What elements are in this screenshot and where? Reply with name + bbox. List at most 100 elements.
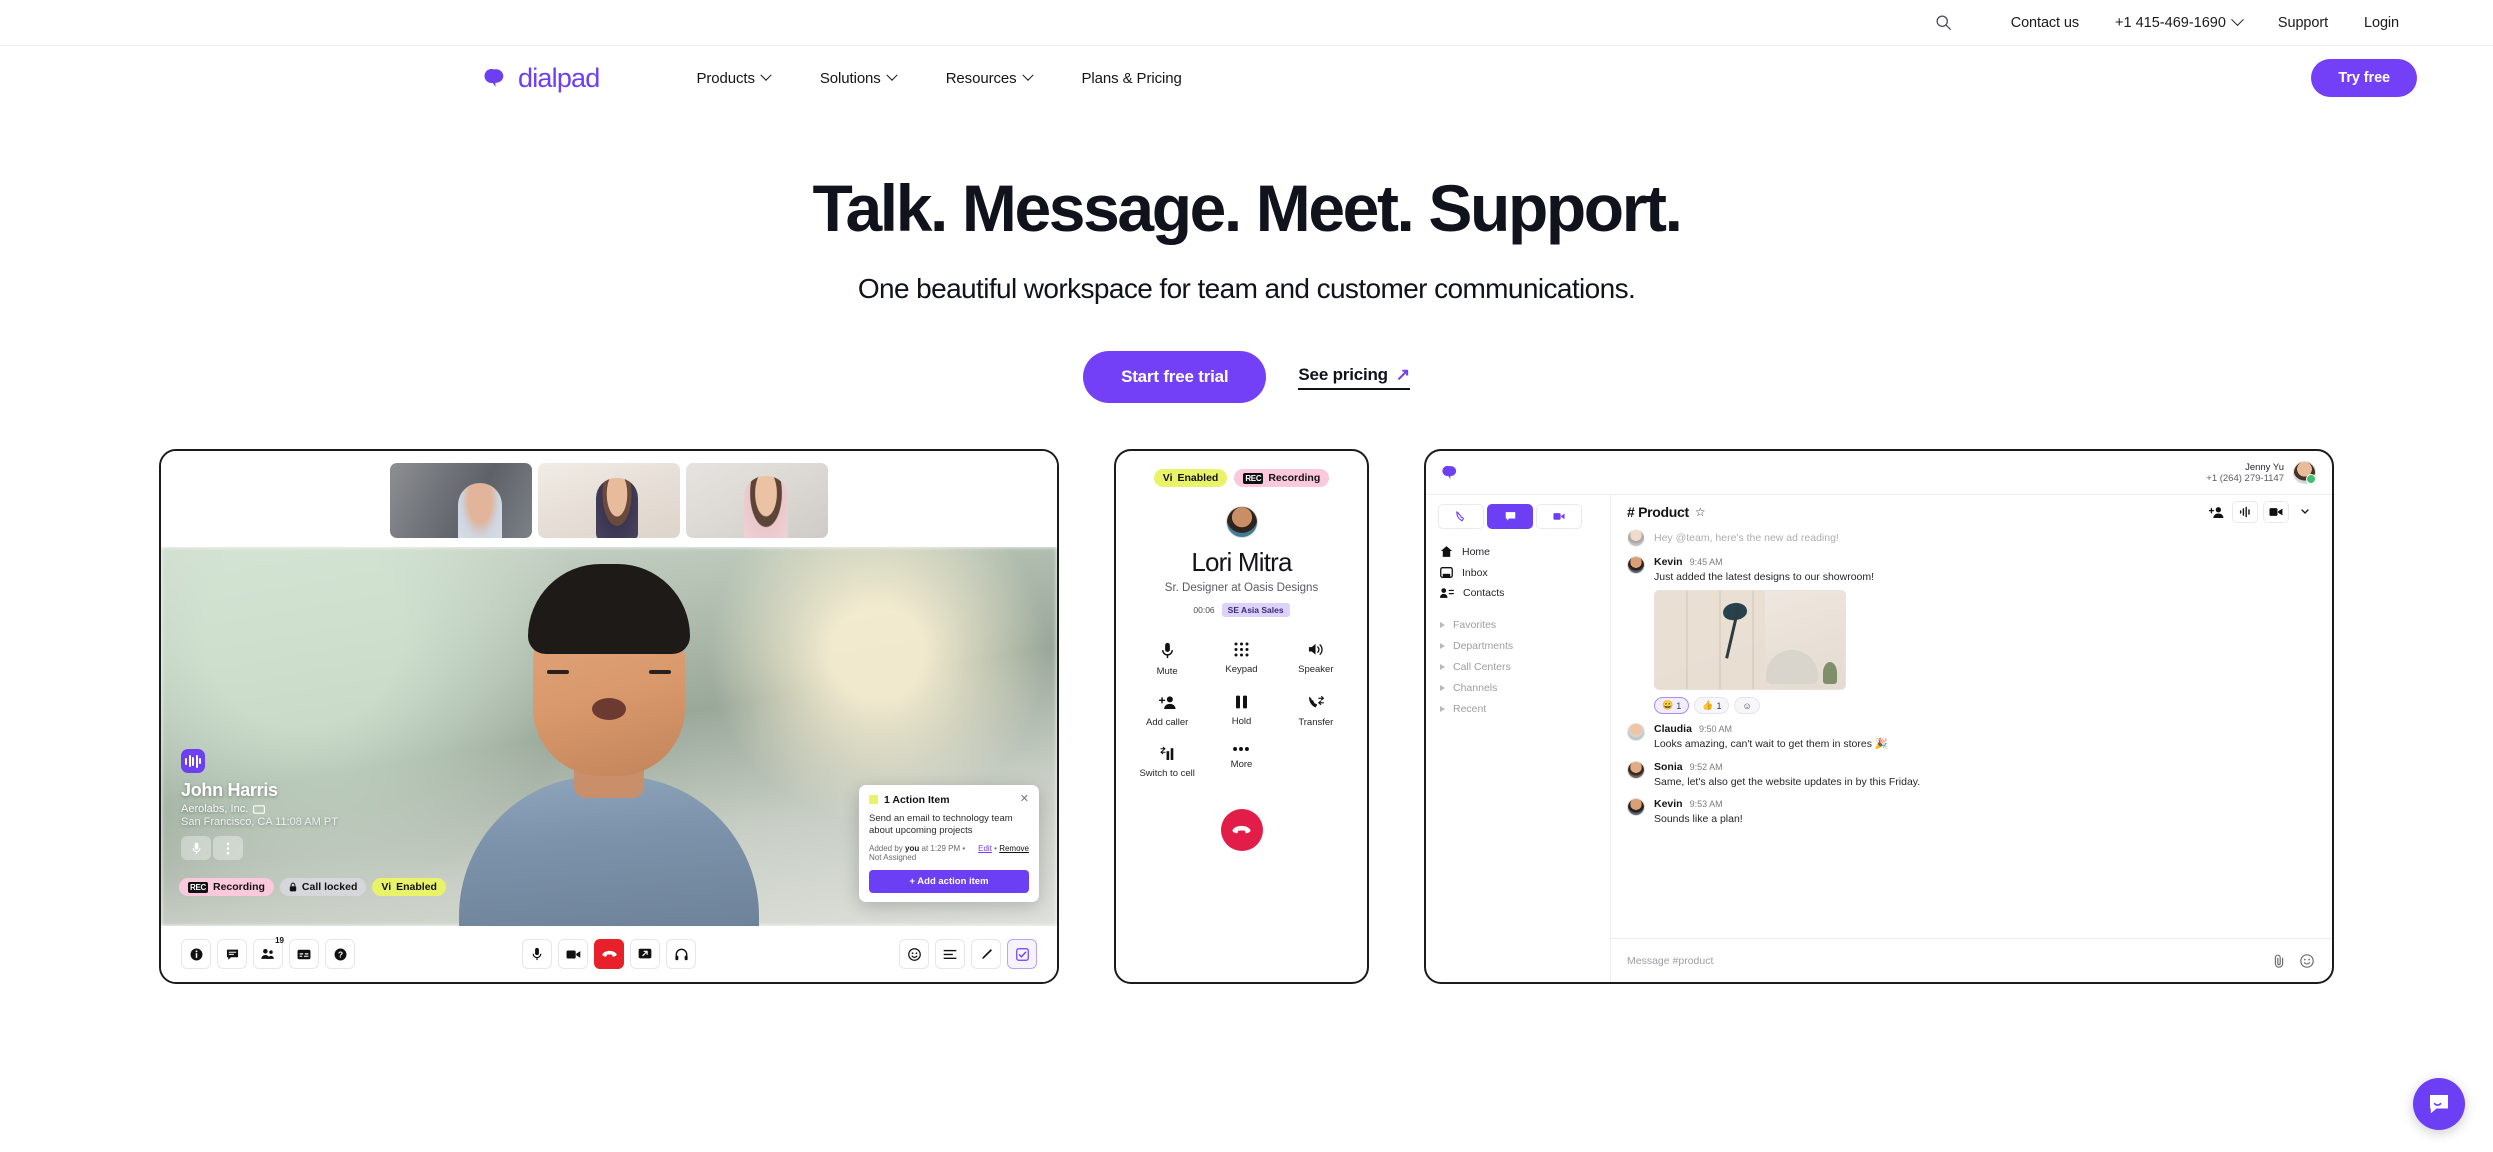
screen-share-icon[interactable] (630, 939, 660, 970)
star-icon[interactable]: ☆ (1695, 505, 1706, 519)
pause-icon (1235, 695, 1247, 709)
more-icon (1233, 747, 1250, 752)
end-call-button[interactable] (1220, 809, 1263, 852)
add-reaction-chip[interactable]: ☺ (1734, 697, 1760, 715)
chat-sidebar: Home Inbox Contacts Favorites Department… (1426, 495, 1611, 983)
nav-item-resources[interactable]: Resources (921, 70, 1057, 87)
sidebar-section-recent[interactable]: Recent (1438, 698, 1598, 719)
headset-icon[interactable] (666, 939, 696, 970)
avatar (1627, 556, 1645, 575)
product-cards: John Harris Aerolabs, Inc. San Francisco… (0, 449, 2493, 985)
add-action-item-button[interactable]: + Add action item (869, 870, 1029, 894)
reaction-chip[interactable]: 👍 1 (1694, 697, 1730, 715)
checklist-icon[interactable] (1007, 939, 1037, 970)
sidebar-section-label: Call Centers (1453, 660, 1511, 673)
sidebar-item-contacts[interactable]: Contacts (1438, 583, 1598, 603)
call-control-keypad[interactable]: Keypad (1225, 642, 1258, 677)
attachment-icon[interactable] (2270, 952, 2288, 970)
participant-thumbnail[interactable] (686, 463, 828, 539)
message-icon (1505, 512, 1515, 521)
vi-icon: Vi (381, 881, 392, 894)
chevron-down-icon (760, 69, 772, 81)
home-icon (1440, 546, 1453, 558)
mute-speaker-button[interactable] (181, 836, 211, 861)
participant-thumbnail[interactable] (538, 463, 680, 539)
meeting-status-badges: REC Recording Call locked Vi Enabled (179, 878, 446, 897)
phone-number-dropdown[interactable]: +1 415-469-1690 (2097, 13, 2260, 31)
captions-icon[interactable] (289, 939, 319, 970)
call-control-label: Add caller (1146, 717, 1189, 729)
tab-messages[interactable] (1487, 504, 1533, 530)
utility-link-support[interactable]: Support (2260, 15, 2346, 31)
vi-icon: Vi (1162, 472, 1173, 485)
voice-icon[interactable] (2232, 501, 2258, 524)
intercom-launcher[interactable] (2413, 1078, 2465, 1130)
call-control-switch-to-cell[interactable]: Switch to cell (1139, 746, 1195, 780)
reaction-chip[interactable]: 😀 1 (1654, 697, 1690, 715)
add-member-icon[interactable] (2205, 501, 2227, 523)
message-time: 9:45 AM (1689, 557, 1723, 568)
video-camera-icon[interactable] (558, 939, 588, 970)
help-icon[interactable]: ? (325, 939, 355, 970)
call-control-label: Switch to cell (1139, 768, 1195, 780)
call-control-speaker[interactable]: Speaker (1298, 642, 1334, 677)
start-free-trial-button[interactable]: Start free trial (1083, 351, 1267, 404)
dialpad-logo[interactable]: dialpad (484, 64, 600, 92)
call-control-add-caller[interactable]: Add caller (1146, 695, 1188, 728)
status-badge-call-locked: Call locked (279, 878, 367, 897)
utility-link-login[interactable]: Login (2346, 15, 2417, 31)
sidebar-item-label: Contacts (1463, 587, 1505, 600)
speaker-more-button[interactable] (213, 836, 243, 861)
sidebar-section-call-centers[interactable]: Call Centers (1438, 656, 1598, 677)
close-icon[interactable]: ✕ (1020, 794, 1029, 805)
call-control-mute[interactable]: Mute (1157, 642, 1178, 677)
info-icon[interactable] (181, 939, 211, 970)
action-item-text: Send an email to technology team about u… (869, 812, 1013, 837)
emoji-icon[interactable] (899, 939, 929, 970)
video-call-icon[interactable] (2263, 501, 2289, 524)
chevron-right-icon (1440, 642, 1445, 649)
action-item-edit-link[interactable]: Edit (978, 844, 992, 853)
pen-icon[interactable] (971, 939, 1001, 970)
call-line-badge: SE Asia Sales (1221, 603, 1290, 618)
sidebar-section-favorites[interactable]: Favorites (1438, 614, 1598, 635)
action-item-remove-link[interactable]: Remove (999, 844, 1029, 853)
current-user[interactable]: Jenny Yu +1 (264) 279-1147 (2206, 461, 2316, 485)
utility-link-contact-us[interactable]: Contact us (1993, 15, 2097, 31)
sidebar-item-home[interactable]: Home (1438, 541, 1598, 562)
sidebar-section-departments[interactable]: Departments (1438, 635, 1598, 656)
message-image[interactable] (1654, 590, 1846, 691)
nav-item-label: Solutions (819, 69, 881, 87)
tab-phone[interactable] (1438, 504, 1484, 530)
call-control-transfer[interactable]: Transfer (1298, 695, 1333, 728)
sidebar-item-inbox[interactable]: Inbox (1438, 562, 1598, 583)
chevron-down-icon[interactable] (2294, 501, 2316, 523)
try-free-button[interactable]: Try free (2311, 59, 2417, 97)
nav-item-solutions[interactable]: Solutions (795, 70, 921, 87)
emoji-icon[interactable] (2298, 952, 2316, 970)
switch-device-icon (1160, 747, 1173, 761)
search-icon[interactable] (1931, 10, 1957, 36)
chevron-right-icon (1440, 684, 1445, 691)
nav-item-label: Resources (945, 69, 1017, 87)
message-author: Sonia (1654, 760, 1683, 773)
nav-item-products[interactable]: Products (671, 70, 794, 87)
participant-thumbnail[interactable] (390, 463, 532, 539)
see-pricing-link[interactable]: See pricing ↗ (1298, 365, 1410, 390)
sidebar-section-channels[interactable]: Channels (1438, 677, 1598, 698)
nav-item-plans-pricing[interactable]: Plans & Pricing (1057, 70, 1207, 87)
microphone-icon[interactable] (522, 939, 552, 970)
chat-icon[interactable] (217, 939, 247, 970)
transcript-icon[interactable] (935, 939, 965, 970)
dialpad-logo-icon (1442, 466, 1457, 480)
participants-icon[interactable]: 19 (253, 936, 284, 970)
tab-video[interactable] (1536, 504, 1582, 530)
end-call-icon[interactable] (594, 939, 624, 970)
phone-number-label: +1 415-469-1690 (2115, 14, 2226, 31)
sidebar-section-label: Favorites (1453, 618, 1497, 631)
status-badge-recording: REC Recording (179, 878, 274, 897)
message-input[interactable]: Message #product (1627, 955, 2260, 967)
call-control-more[interactable]: More (1231, 746, 1252, 779)
meeting-card: John Harris Aerolabs, Inc. San Francisco… (159, 449, 1059, 985)
call-control-hold[interactable]: Hold (1232, 695, 1251, 728)
